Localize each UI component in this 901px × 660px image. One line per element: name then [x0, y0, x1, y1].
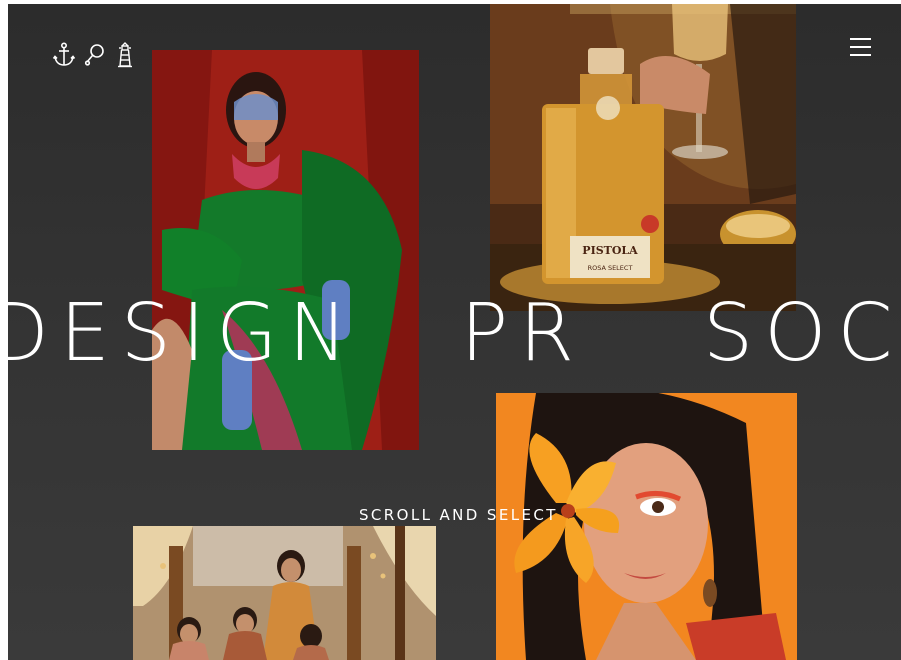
- portfolio-card-portrait[interactable]: [496, 393, 797, 660]
- portfolio-card-bottle[interactable]: PISTOLA ROSA SELECT: [490, 4, 796, 311]
- magnifier-icon: [84, 43, 106, 67]
- portfolio-card-wedding[interactable]: [133, 526, 436, 660]
- bottle-label-brand: PISTOLA: [582, 244, 638, 257]
- portfolio-card-saree[interactable]: [152, 50, 419, 450]
- lighthouse-icon: [114, 42, 136, 68]
- bottle-label-variant: ROSA SELECT: [588, 264, 633, 272]
- site-viewport: PISTOLA ROSA SELECT DESIGN PR SOC SCROLL…: [8, 4, 901, 660]
- bottle-photo: PISTOLA ROSA SELECT: [490, 4, 796, 311]
- anchor-icon: [52, 42, 76, 68]
- scroll-hint: SCROLL AND SELECT: [359, 506, 558, 524]
- saree-photo: [152, 50, 419, 450]
- hamburger-menu-icon[interactable]: [849, 38, 873, 62]
- wedding-photo: [133, 526, 436, 660]
- portrait-photo: [496, 393, 797, 660]
- brand-logo[interactable]: [52, 42, 136, 68]
